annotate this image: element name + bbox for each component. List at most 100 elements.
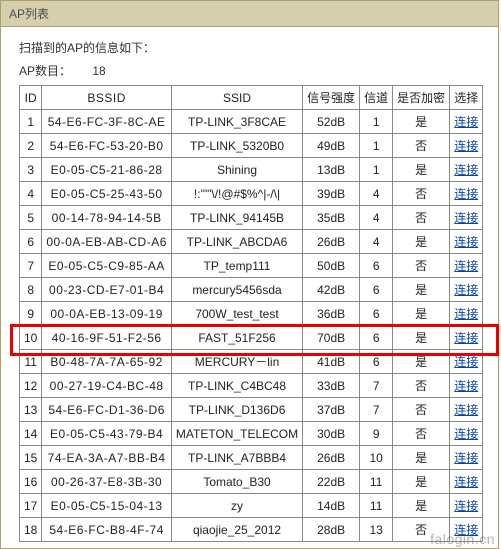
cell-encrypted: 是 xyxy=(393,110,450,134)
connect-link[interactable]: 连接 xyxy=(454,235,478,249)
connect-link[interactable]: 连接 xyxy=(454,115,478,129)
header-signal: 信号强度 xyxy=(303,86,360,110)
cell-signal: 70dB xyxy=(303,326,360,350)
connect-link[interactable]: 连接 xyxy=(454,211,478,225)
ap-list-panel: AP列表 扫描到的AP的信息如下： AP数目： 18 ID BSSID SSID… xyxy=(0,0,499,549)
table-row: 154-E6-FC-3F-8C-AETP-LINK_3F8CAE52dB1是连接 xyxy=(20,110,483,134)
cell-select: 连接 xyxy=(450,398,483,422)
table-row: 14E0-05-C5-43-79-B4MATETON_TELECOM30dB9否… xyxy=(20,422,483,446)
header-channel: 信道 xyxy=(360,86,393,110)
cell-select: 连接 xyxy=(450,326,483,350)
cell-select: 连接 xyxy=(450,134,483,158)
cell-signal: 42dB xyxy=(303,278,360,302)
panel-title: AP列表 xyxy=(1,1,498,27)
table-row: 900-0A-EB-13-09-19700W_test_test36dB6是连接 xyxy=(20,302,483,326)
ap-table: ID BSSID SSID 信号强度 信道 是否加密 选择 154-E6-FC-… xyxy=(19,85,483,542)
cell-signal: 14dB xyxy=(303,494,360,518)
cell-bssid: 00-27-19-C4-BC-48 xyxy=(42,374,172,398)
connect-link[interactable]: 连接 xyxy=(454,403,478,417)
cell-select: 连接 xyxy=(450,518,483,542)
cell-channel: 10 xyxy=(360,446,393,470)
table-row: 11B0-48-7A-7A-65-92MERCURY－lin41dB6是连接 xyxy=(20,350,483,374)
cell-signal: 26dB xyxy=(303,446,360,470)
table-row: 1574-EA-3A-A7-BB-B4TP-LINK_A7BBB426dB10是… xyxy=(20,446,483,470)
cell-signal: 41dB xyxy=(303,350,360,374)
cell-bssid: 00-0A-EB-13-09-19 xyxy=(42,302,172,326)
cell-channel: 9 xyxy=(360,422,393,446)
table-row: 17E0-05-C5-15-04-13zy14dB11是连接 xyxy=(20,494,483,518)
table-row: 500-14-78-94-14-5BTP-LINK_94145B35dB4否连接 xyxy=(20,206,483,230)
cell-signal: 33dB xyxy=(303,374,360,398)
connect-link[interactable]: 连接 xyxy=(454,259,478,273)
cell-bssid: 74-EA-3A-A7-BB-B4 xyxy=(42,446,172,470)
cell-ssid: FAST_51F256 xyxy=(171,326,302,350)
ap-count-label: AP数目： xyxy=(19,62,89,79)
cell-bssid: 54-E6-FC-53-20-B0 xyxy=(42,134,172,158)
cell-bssid: E0-05-C5-25-43-50 xyxy=(42,182,172,206)
ap-count-row: AP数目： 18 xyxy=(19,62,480,79)
cell-bssid: 00-23-CD-E7-01-B4 xyxy=(42,278,172,302)
cell-id: 9 xyxy=(20,302,42,326)
cell-select: 连接 xyxy=(450,470,483,494)
connect-link[interactable]: 连接 xyxy=(454,331,478,345)
connect-link[interactable]: 连接 xyxy=(454,355,478,369)
table-row: 1200-27-19-C4-BC-48TP-LINK_C4BC4833dB7否连… xyxy=(20,374,483,398)
cell-id: 18 xyxy=(20,518,42,542)
cell-ssid: mercury5456sda xyxy=(171,278,302,302)
cell-signal: 52dB xyxy=(303,110,360,134)
cell-signal: 49dB xyxy=(303,134,360,158)
cell-ssid: TP-LINK_A7BBB4 xyxy=(171,446,302,470)
connect-link[interactable]: 连接 xyxy=(454,307,478,321)
cell-channel: 6 xyxy=(360,326,393,350)
cell-bssid: 54-E6-FC-3F-8C-AE xyxy=(42,110,172,134)
connect-link[interactable]: 连接 xyxy=(454,427,478,441)
cell-encrypted: 否 xyxy=(393,398,450,422)
cell-channel: 11 xyxy=(360,494,393,518)
cell-id: 2 xyxy=(20,134,42,158)
cell-channel: 1 xyxy=(360,158,393,182)
table-row: 254-E6-FC-53-20-B0TP-LINK_5320B049dB1否连接 xyxy=(20,134,483,158)
table-row: 3E0-05-C5-21-86-28Shining13dB1是连接 xyxy=(20,158,483,182)
cell-ssid: TP-LINK_ABCDA6 xyxy=(171,230,302,254)
cell-channel: 4 xyxy=(360,230,393,254)
cell-signal: 28dB xyxy=(303,518,360,542)
scan-info-text: 扫描到的AP的信息如下： xyxy=(19,39,480,56)
cell-ssid: Tomato_B30 xyxy=(171,470,302,494)
connect-link[interactable]: 连接 xyxy=(454,523,478,537)
header-select: 选择 xyxy=(450,86,483,110)
cell-channel: 6 xyxy=(360,254,393,278)
cell-channel: 1 xyxy=(360,134,393,158)
cell-id: 5 xyxy=(20,206,42,230)
cell-bssid: E0-05-C5-21-86-28 xyxy=(42,158,172,182)
cell-ssid: 700W_test_test xyxy=(171,302,302,326)
connect-link[interactable]: 连接 xyxy=(454,499,478,513)
connect-link[interactable]: 连接 xyxy=(454,475,478,489)
cell-encrypted: 是 xyxy=(393,278,450,302)
connect-link[interactable]: 连接 xyxy=(454,139,478,153)
connect-link[interactable]: 连接 xyxy=(454,163,478,177)
cell-channel: 11 xyxy=(360,470,393,494)
header-ssid: SSID xyxy=(171,86,302,110)
table-row: 600-0A-EB-AB-CD-A6TP-LINK_ABCDA626dB4是连接 xyxy=(20,230,483,254)
cell-id: 11 xyxy=(20,350,42,374)
header-encrypted: 是否加密 xyxy=(393,86,450,110)
cell-select: 连接 xyxy=(450,494,483,518)
cell-ssid: !:'""\/!@#$%^|-/\| xyxy=(171,182,302,206)
cell-bssid: 00-14-78-94-14-5B xyxy=(42,206,172,230)
cell-encrypted: 是 xyxy=(393,158,450,182)
connect-link[interactable]: 连接 xyxy=(454,187,478,201)
cell-encrypted: 否 xyxy=(393,518,450,542)
cell-select: 连接 xyxy=(450,158,483,182)
connect-link[interactable]: 连接 xyxy=(454,283,478,297)
cell-signal: 37dB xyxy=(303,398,360,422)
cell-encrypted: 否 xyxy=(393,182,450,206)
connect-link[interactable]: 连接 xyxy=(454,451,478,465)
connect-link[interactable]: 连接 xyxy=(454,379,478,393)
cell-channel: 4 xyxy=(360,182,393,206)
cell-encrypted: 否 xyxy=(393,374,450,398)
cell-select: 连接 xyxy=(450,422,483,446)
cell-encrypted: 否 xyxy=(393,134,450,158)
cell-channel: 4 xyxy=(360,206,393,230)
cell-select: 连接 xyxy=(450,230,483,254)
cell-ssid: qiaojie_25_2012 xyxy=(171,518,302,542)
